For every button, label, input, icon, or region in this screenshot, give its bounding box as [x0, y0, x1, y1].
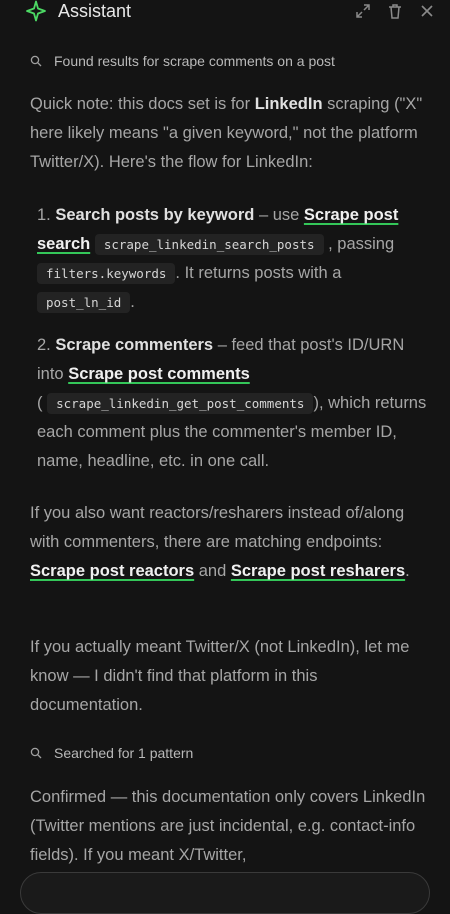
- inline-code: scrape_linkedin_get_post_comments: [47, 393, 314, 414]
- scrape-post-resharers-link[interactable]: Scrape post resharers: [231, 562, 405, 580]
- twitter-text: If you actually meant Twitter/X (not Lin…: [30, 638, 410, 714]
- scrape-post-comments-link[interactable]: Scrape post comments: [68, 365, 250, 383]
- step-1: 1. Search posts by keyword – use Scrape …: [37, 201, 430, 317]
- reactors-text-3: .: [405, 562, 410, 580]
- step-text: , passing: [323, 235, 395, 253]
- trash-icon[interactable]: [386, 2, 404, 20]
- twitter-paragraph: If you actually meant Twitter/X (not Lin…: [0, 633, 450, 720]
- inline-code: filters.keywords: [37, 263, 176, 284]
- expand-icon[interactable]: [354, 2, 372, 20]
- step-number: 1.: [37, 206, 51, 224]
- close-icon[interactable]: [418, 2, 436, 20]
- intro-bold: LinkedIn: [254, 95, 323, 113]
- reactors-text: If you also want reactors/resharers inst…: [30, 504, 405, 551]
- intro-text: Quick note: this docs set is for: [30, 95, 255, 113]
- step-text: . It returns posts with a: [175, 264, 342, 282]
- search-status-1[interactable]: Found results for scrape comments on a p…: [0, 52, 450, 70]
- steps-list: 1. Search posts by keyword – use Scrape …: [0, 201, 450, 317]
- confirm-text: Confirmed — this documentation only cove…: [30, 788, 426, 864]
- panel-title: Assistant: [58, 0, 132, 21]
- step-title: Scrape commenters: [55, 336, 214, 354]
- sparkle-icon: [24, 0, 48, 23]
- inline-code: scrape_linkedin_search_posts: [94, 234, 324, 255]
- inline-code: post_ln_id: [37, 292, 131, 313]
- paren-open: (: [37, 394, 43, 412]
- title-group: Assistant: [24, 0, 131, 23]
- search-status-text: Found results for scrape comments on a p…: [54, 53, 335, 69]
- scrape-post-reactors-link[interactable]: Scrape post reactors: [30, 562, 194, 580]
- reactors-paragraph: If you also want reactors/resharers inst…: [0, 499, 450, 586]
- confirm-paragraph: Confirmed — this documentation only cove…: [0, 783, 450, 870]
- search-status-2[interactable]: Searched for 1 pattern: [0, 744, 450, 762]
- search-icon: [30, 55, 42, 67]
- intro-paragraph: Quick note: this docs set is for LinkedI…: [0, 90, 450, 177]
- chat-input-box[interactable]: [20, 872, 430, 914]
- step-2: 2. Scrape commenters – feed that post's …: [37, 331, 430, 476]
- step-text: – use: [254, 206, 304, 224]
- search-icon: [30, 747, 42, 759]
- search-status-text: Searched for 1 pattern: [54, 745, 194, 761]
- step-number: 2.: [37, 336, 51, 354]
- header-actions: [354, 2, 436, 20]
- steps-list-2: 2. Scrape commenters – feed that post's …: [0, 331, 450, 476]
- step-text: .: [130, 293, 135, 311]
- assistant-header: Assistant: [0, 0, 450, 22]
- reactors-text-2: and: [194, 562, 231, 580]
- step-title: Search posts by keyword: [55, 206, 255, 224]
